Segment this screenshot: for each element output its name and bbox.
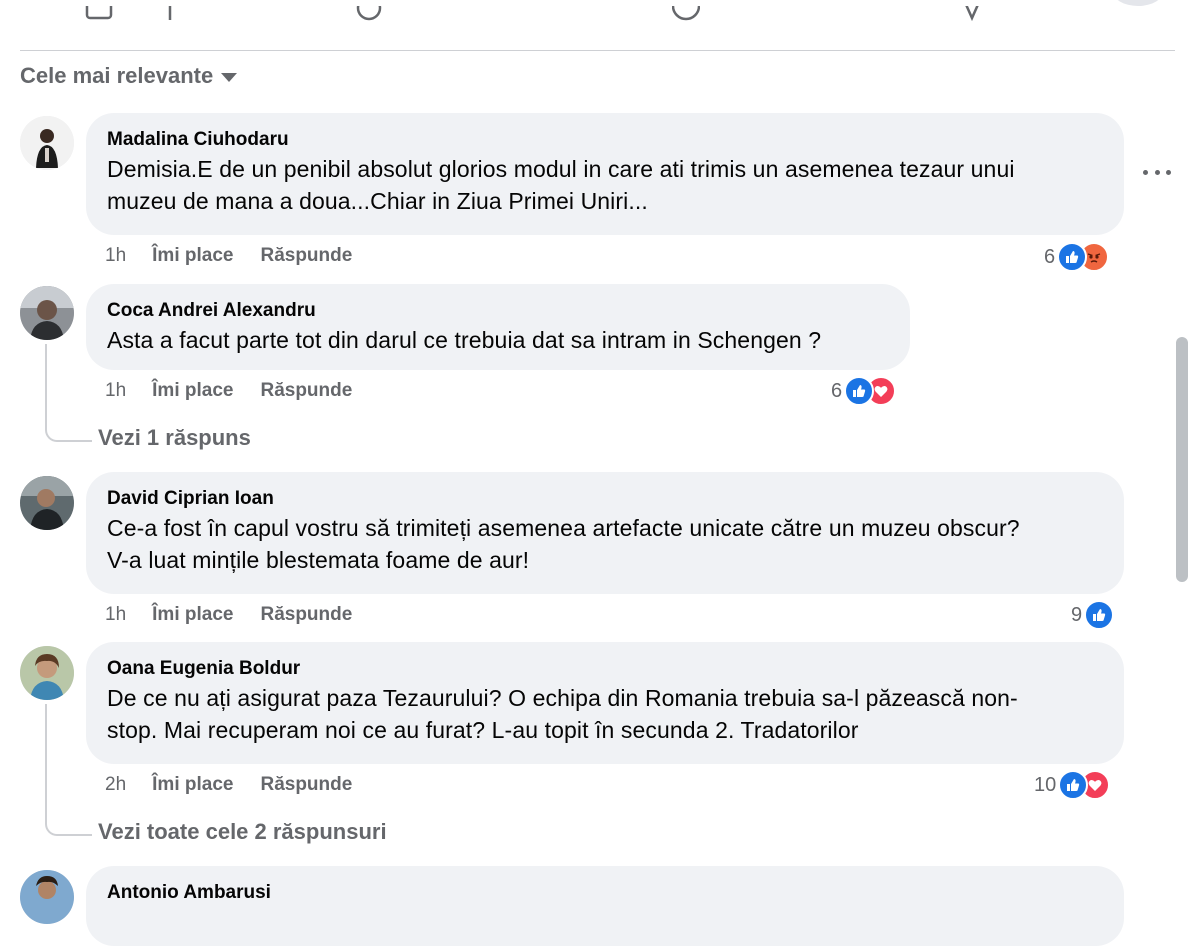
comment-bubble: Oana Eugenia Boldur De ce nu ați asigura… bbox=[86, 642, 1124, 764]
comment-meta: 2h Îmi place Răspunde bbox=[105, 772, 352, 798]
comment-bubble: Madalina Ciuhodaru Demisia.E de un penib… bbox=[86, 113, 1124, 235]
comment-bubble: David Ciprian Ioan Ce-a fost în capul vo… bbox=[86, 472, 1124, 594]
reaction-summary[interactable]: 10 bbox=[1034, 768, 1111, 802]
comment-bubble: Coca Andrei Alexandru Asta a facut parte… bbox=[86, 284, 910, 370]
comment-meta: 1h Îmi place Răspunde bbox=[105, 378, 352, 404]
reaction-summary[interactable]: 6 bbox=[831, 374, 897, 408]
reaction-summary[interactable]: 6 bbox=[1044, 240, 1110, 274]
comment-text-line: V-a luat mințile blestemata foame de aur… bbox=[107, 547, 530, 573]
avatar[interactable] bbox=[20, 116, 74, 170]
comment-time[interactable]: 1h bbox=[105, 604, 126, 626]
more-options-icon[interactable] bbox=[1143, 162, 1171, 182]
reaction-count: 10 bbox=[1034, 773, 1057, 796]
scrollbar-thumb[interactable] bbox=[1176, 337, 1188, 582]
view-replies-link[interactable]: Vezi toate cele 2 răspunsuri bbox=[98, 819, 387, 845]
comment-author[interactable]: Coca Andrei Alexandru bbox=[107, 298, 890, 324]
comment-bubble: Antonio Ambarusi bbox=[86, 866, 1124, 946]
reaction-count: 9 bbox=[1071, 603, 1083, 626]
like-button[interactable]: Îmi place bbox=[152, 774, 233, 796]
comment-time[interactable]: 2h bbox=[105, 774, 126, 796]
mention-icon[interactable] bbox=[355, 6, 383, 26]
reply-thread-line bbox=[45, 344, 92, 442]
comment-meta: 1h Îmi place Răspunde bbox=[105, 243, 352, 269]
thumbs-up-icon bbox=[1084, 600, 1115, 630]
sort-label: Cele mai relevante bbox=[20, 63, 214, 88]
comment-time[interactable]: 1h bbox=[105, 245, 126, 267]
like-button[interactable]: Îmi place bbox=[152, 380, 233, 402]
comment-text-line: Asta a facut parte tot din darul ce treb… bbox=[107, 327, 822, 353]
comment-meta: 1h Îmi place Răspunde bbox=[105, 602, 352, 628]
caret-down-icon bbox=[221, 73, 238, 82]
whatsapp-icon[interactable] bbox=[672, 6, 700, 26]
view-replies-link[interactable]: Vezi 1 răspuns bbox=[98, 425, 251, 451]
reply-button[interactable]: Răspunde bbox=[260, 604, 352, 626]
reaction-count: 6 bbox=[831, 379, 843, 402]
comment-text-line: Demisia.E de un penibil absolut glorios … bbox=[107, 156, 1015, 182]
reply-button[interactable]: Răspunde bbox=[260, 380, 352, 402]
reaction-summary[interactable]: 9 bbox=[1071, 598, 1115, 632]
share-icon[interactable] bbox=[160, 6, 188, 26]
comment-time[interactable]: 1h bbox=[105, 380, 126, 402]
comment-icon[interactable] bbox=[85, 6, 113, 26]
comment-text-line: Ce-a fost în capul vostru să trimiteți a… bbox=[107, 515, 1020, 541]
comment-author[interactable]: Oana Eugenia Boldur bbox=[107, 656, 1104, 682]
like-button[interactable]: Îmi place bbox=[152, 245, 233, 267]
comment-author[interactable]: David Ciprian Ioan bbox=[107, 486, 1104, 512]
comment-text-line: muzeu de mana a doua...Chiar in Ziua Pri… bbox=[107, 188, 648, 214]
reply-button[interactable]: Răspunde bbox=[260, 245, 352, 267]
thumbs-up-icon bbox=[844, 376, 875, 406]
comment-author[interactable]: Madalina Ciuhodaru bbox=[107, 127, 1104, 153]
reaction-count: 6 bbox=[1044, 245, 1056, 268]
avatar[interactable] bbox=[20, 870, 74, 924]
comment-text-line: De ce nu ați asigurat paza Tezaurului? O… bbox=[107, 685, 1018, 711]
comment-author[interactable]: Antonio Ambarusi bbox=[107, 880, 1104, 906]
send-icon[interactable] bbox=[958, 6, 986, 26]
avatar[interactable] bbox=[20, 476, 74, 530]
thumbs-up-icon bbox=[1057, 242, 1088, 272]
like-button[interactable]: Îmi place bbox=[152, 604, 233, 626]
avatar[interactable] bbox=[20, 646, 74, 700]
reply-button[interactable]: Răspunde bbox=[260, 774, 352, 796]
divider bbox=[20, 50, 1175, 51]
avatar[interactable] bbox=[20, 286, 74, 340]
reply-thread-line bbox=[45, 704, 92, 836]
sort-dropdown[interactable]: Cele mai relevante bbox=[20, 62, 238, 90]
post-action-bar bbox=[0, 0, 1200, 30]
comment-text-line: stop. Mai recuperam noi ce au furat? L-a… bbox=[107, 717, 859, 743]
